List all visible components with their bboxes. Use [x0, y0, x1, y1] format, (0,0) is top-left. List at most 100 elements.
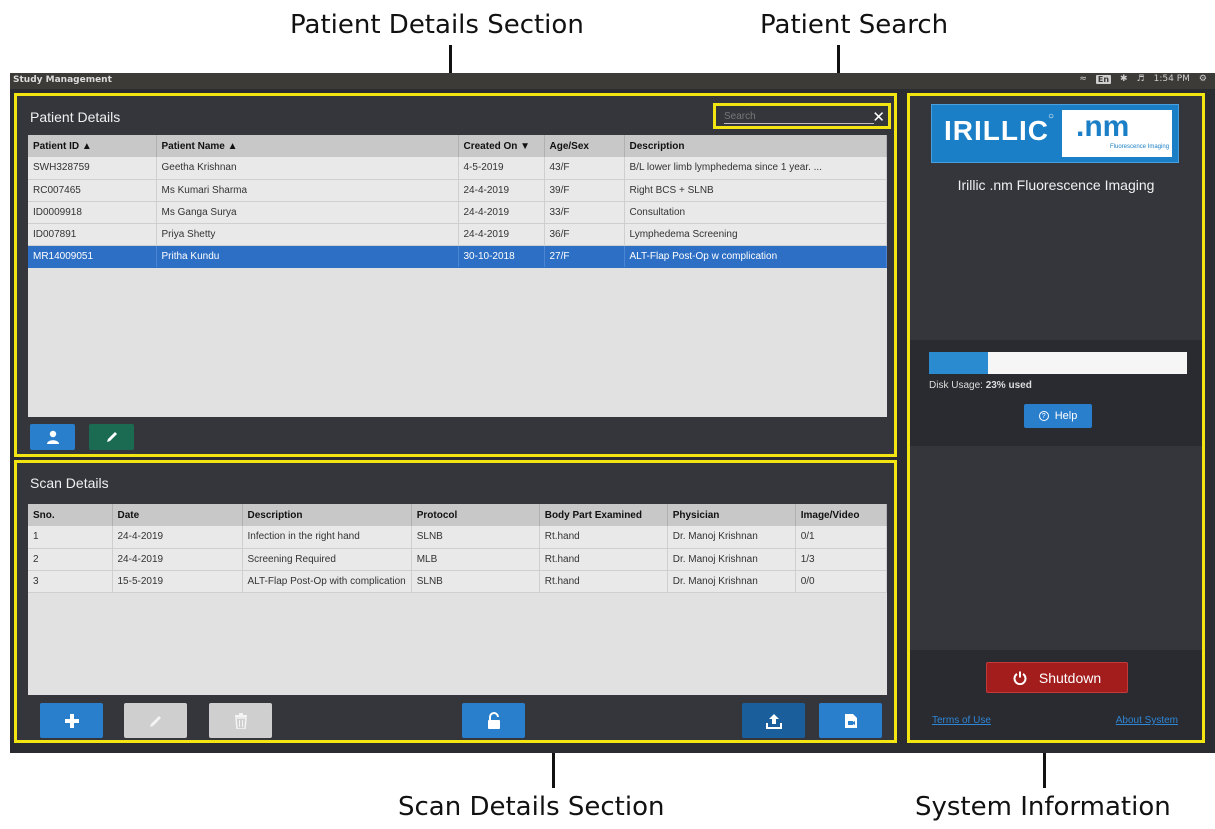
table-row[interactable]: 1 24-4-2019 Infection in the right hand …	[28, 526, 887, 549]
cell-patient-id: RC007465	[28, 179, 157, 202]
cell-description: ALT-Flap Post-Op w complication	[624, 245, 887, 268]
column-header-protocol[interactable]: Protocol	[411, 504, 540, 526]
add-patient-button[interactable]	[30, 424, 75, 450]
settings-gear-icon[interactable]: ⚙	[1199, 74, 1207, 84]
callout-patient-search: Patient Search	[760, 10, 949, 40]
patient-table-header: Patient ID ▲ Patient Name ▲ Created On ▼…	[28, 135, 887, 157]
about-system-link[interactable]: About System	[1116, 715, 1178, 726]
cell-created-on: 24-4-2019	[458, 223, 545, 246]
user-icon	[46, 430, 59, 444]
upload-icon	[765, 713, 782, 729]
cell-date: 15-5-2019	[112, 570, 243, 593]
delete-scan-button[interactable]	[209, 703, 272, 738]
edit-patient-button[interactable]	[89, 424, 134, 450]
column-header-description[interactable]: Description	[624, 135, 887, 157]
disk-usage-label: Disk Usage:	[929, 380, 986, 391]
cell-description: ALT-Flap Post-Op with complication	[242, 570, 412, 593]
cell-age-sex: 43/F	[544, 157, 625, 180]
cell-age-sex: 36/F	[544, 223, 625, 246]
pencil-icon	[106, 432, 117, 442]
pencil-icon	[149, 715, 161, 727]
patient-search-input[interactable]	[724, 110, 874, 124]
patient-details-title: Patient Details	[30, 109, 121, 125]
export-upload-button[interactable]	[742, 703, 805, 738]
cell-age-sex: 27/F	[544, 245, 625, 268]
cell-created-on: 30-10-2018	[458, 245, 545, 268]
table-row[interactable]: 3 15-5-2019 ALT-Flap Post-Op with compli…	[28, 570, 887, 593]
column-header-date[interactable]: Date	[112, 504, 243, 526]
cell-sno: 2	[28, 548, 113, 571]
logo-degree-icon: ○	[1048, 111, 1055, 122]
column-header-sno[interactable]: Sno.	[28, 504, 113, 526]
table-row[interactable]: ID007891 Priya Shetty 24-4-2019 36/F Lym…	[28, 223, 887, 246]
clear-search-icon[interactable]: ✕	[872, 108, 885, 126]
cell-protocol: SLNB	[411, 570, 540, 593]
disk-usage-value: 23% used	[985, 380, 1032, 391]
disk-usage-bar	[929, 352, 1187, 374]
column-header-age-sex[interactable]: Age/Sex	[544, 135, 625, 157]
patient-table-container: Patient ID ▲ Patient Name ▲ Created On ▼…	[28, 135, 887, 417]
cell-body-part: Rt.hand	[539, 548, 668, 571]
help-icon: ?	[1038, 411, 1049, 421]
cell-protocol: MLB	[411, 548, 540, 571]
system-top-bar: Study Management ≈ En ✱ ♬ 1:54 PM ⚙	[10, 73, 1215, 89]
cell-description: Infection in the right hand	[242, 526, 412, 549]
cell-date: 24-4-2019	[112, 548, 243, 571]
help-button[interactable]: ? Help	[1024, 404, 1092, 428]
logo-nm-badge: .nm Fluorescence Imaging	[1062, 110, 1172, 157]
table-row[interactable]: RC007465 Ms Kumari Sharma 24-4-2019 39/F…	[28, 179, 887, 202]
disk-usage-fill	[929, 352, 989, 374]
disk-usage-section: Disk Usage: 23% used ? Help	[910, 340, 1202, 446]
scan-details-panel: Scan Details Sno. Date Description Proto…	[14, 460, 897, 743]
product-name: Irillic .nm Fluorescence Imaging	[957, 177, 1155, 193]
column-header-patient-name[interactable]: Patient Name ▲	[156, 135, 459, 157]
unlock-button[interactable]	[462, 703, 525, 738]
power-icon	[1013, 671, 1027, 685]
scan-table-container: Sno. Date Description Protocol Body Part…	[28, 504, 887, 695]
cell-description: B/L lower limb lymphedema since 1 year. …	[624, 157, 887, 180]
cell-created-on: 24-4-2019	[458, 201, 545, 224]
column-header-created-on[interactable]: Created On ▼	[458, 135, 545, 157]
cell-description: Consultation	[624, 201, 887, 224]
bluetooth-icon[interactable]: ✱	[1120, 74, 1128, 84]
column-header-physician[interactable]: Physician	[667, 504, 796, 526]
callout-scan-details: Scan Details Section	[398, 792, 665, 822]
cell-patient-id: ID0009918	[28, 201, 157, 224]
table-row[interactable]: SWH328759 Geetha Krishnan 4-5-2019 43/F …	[28, 157, 887, 180]
column-header-body-part[interactable]: Body Part Examined	[539, 504, 668, 526]
cell-created-on: 24-4-2019	[458, 179, 545, 202]
shutdown-button-label: Shutdown	[1038, 669, 1102, 686]
cell-description: Screening Required	[242, 548, 412, 571]
cell-patient-id: ID007891	[28, 223, 157, 246]
help-button-label: Help	[1054, 410, 1078, 422]
cell-patient-name: Geetha Krishnan	[156, 157, 459, 180]
add-scan-button[interactable]	[40, 703, 103, 738]
volume-icon[interactable]: ♬	[1137, 74, 1145, 84]
shutdown-button[interactable]: Shutdown	[986, 662, 1128, 693]
app-screen: Study Management ≈ En ✱ ♬ 1:54 PM ⚙ Pati…	[10, 73, 1215, 753]
table-row[interactable]: ID0009918 Ms Ganga Surya 24-4-2019 33/F …	[28, 201, 887, 224]
cell-patient-id: SWH328759	[28, 157, 157, 180]
cell-age-sex: 39/F	[544, 179, 625, 202]
cell-patient-name: Priya Shetty	[156, 223, 459, 246]
scan-table-header: Sno. Date Description Protocol Body Part…	[28, 504, 887, 526]
terms-of-use-link[interactable]: Terms of Use	[932, 715, 991, 726]
view-media-button[interactable]	[819, 703, 882, 738]
cell-sno: 3	[28, 570, 113, 593]
patient-search-box: ✕	[713, 103, 891, 129]
edit-scan-button[interactable]	[124, 703, 187, 738]
cell-description: Right BCS + SLNB	[624, 179, 887, 202]
column-header-image-video[interactable]: Image/Video	[795, 504, 887, 526]
column-header-patient-id[interactable]: Patient ID ▲	[28, 135, 157, 157]
column-header-description[interactable]: Description	[242, 504, 412, 526]
keyboard-layout-indicator[interactable]: En	[1095, 74, 1112, 84]
wifi-icon[interactable]: ≈	[1079, 74, 1087, 84]
system-information-panel: IRILLIC ○ .nm Fluorescence Imaging Irill…	[907, 93, 1205, 743]
callout-system-info: System Information	[915, 792, 1171, 822]
cell-physician: Dr. Manoj Krishnan	[667, 548, 796, 571]
cell-protocol: SLNB	[411, 526, 540, 549]
table-row[interactable]: 2 24-4-2019 Screening Required MLB Rt.ha…	[28, 548, 887, 571]
table-row-selected[interactable]: MR14009051 Pritha Kundu 30-10-2018 27/F …	[28, 245, 887, 268]
cell-patient-name: Ms Ganga Surya	[156, 201, 459, 224]
clock[interactable]: 1:54 PM	[1154, 74, 1190, 84]
